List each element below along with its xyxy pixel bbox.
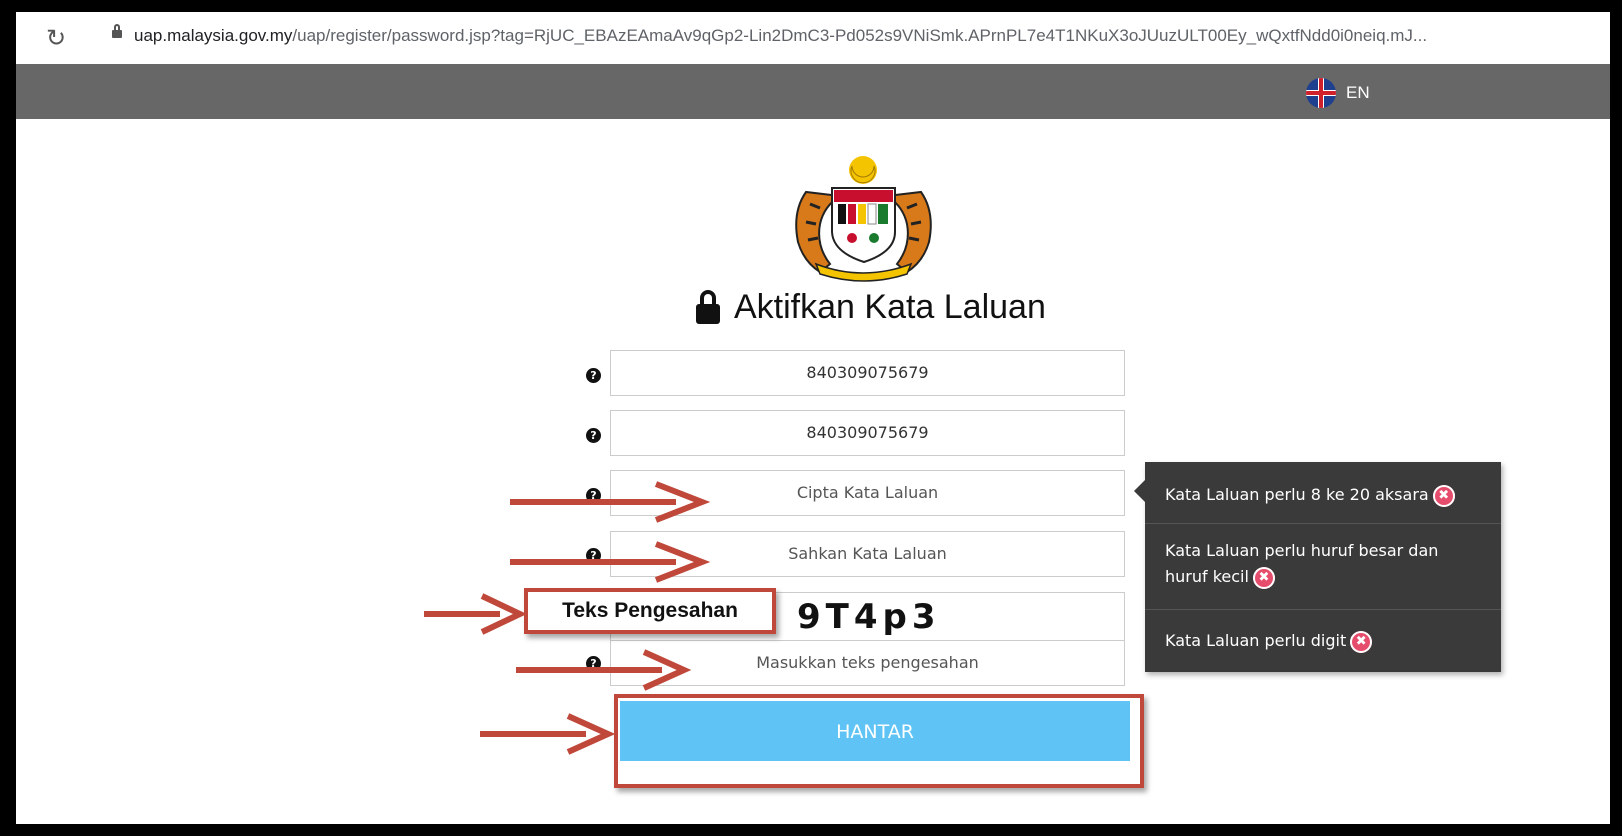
arrow-annotation-icon <box>516 649 692 691</box>
tooltip-divider <box>1145 609 1501 610</box>
question-circle-icon[interactable]: ? <box>586 428 601 443</box>
back-icon[interactable]: › <box>16 26 17 49</box>
arrow-annotation-icon <box>480 713 616 755</box>
password-rules-tooltip: Kata Laluan perlu 8 ke 20 aksara ✖ Kata L… <box>1134 462 1501 672</box>
captcha-callout-label: Teks Pengesahan <box>524 588 776 634</box>
x-circle-icon: ✖ <box>1432 484 1455 507</box>
x-circle-icon: ✖ <box>1350 630 1373 653</box>
rule-digit-text: Kata Laluan perlu digit <box>1165 631 1347 650</box>
padlock-icon <box>696 289 720 324</box>
browser-window: › ↻ uap.malaysia.gov.my/uap/register/pas… <box>0 0 1622 836</box>
rule-digit: Kata Laluan perlu digit ✖ <box>1165 628 1373 654</box>
rule-length-text: Kata Laluan perlu 8 ke 20 aksara <box>1165 485 1429 504</box>
uk-flag-icon <box>1306 78 1336 108</box>
rule-case: Kata Laluan perlu huruf besar dan huruf … <box>1165 538 1485 590</box>
language-switcher[interactable]: EN <box>1306 78 1370 108</box>
page-title-text: Aktifkan Kata Laluan <box>734 288 1046 326</box>
reload-icon[interactable]: ↻ <box>46 24 66 53</box>
question-circle-icon[interactable]: ? <box>586 368 601 383</box>
submit-button[interactable]: HANTAR <box>620 701 1130 761</box>
page-title: Aktifkan Kata Laluan <box>696 288 1046 327</box>
ic-number-field[interactable]: 840309075679 <box>610 350 1125 396</box>
tooltip-divider <box>1145 523 1501 524</box>
url-host: uap.malaysia.gov.my <box>134 26 293 45</box>
captcha-code: 9T4p3 <box>797 597 941 637</box>
rule-case-text: Kata Laluan perlu huruf besar dan huruf … <box>1165 541 1439 586</box>
ic-number-confirm-field[interactable]: 840309075679 <box>610 410 1125 456</box>
url-path: /uap/register/password.jsp?tag=RjUC_EBAz… <box>292 26 1428 45</box>
coat-of-arms-logo <box>795 156 932 282</box>
site-header: EN <box>16 64 1610 119</box>
language-label: EN <box>1346 83 1370 102</box>
lock-icon <box>112 24 122 38</box>
x-circle-icon: ✖ <box>1252 566 1275 589</box>
address-bar: › ↻ uap.malaysia.gov.my/uap/register/pas… <box>16 12 1610 64</box>
arrow-annotation-icon <box>510 481 711 523</box>
arrow-annotation-icon <box>510 541 711 583</box>
url-text[interactable]: uap.malaysia.gov.my/uap/register/passwor… <box>134 26 1427 46</box>
arrow-annotation-icon <box>424 593 524 635</box>
rule-length: Kata Laluan perlu 8 ke 20 aksara ✖ <box>1165 482 1455 508</box>
